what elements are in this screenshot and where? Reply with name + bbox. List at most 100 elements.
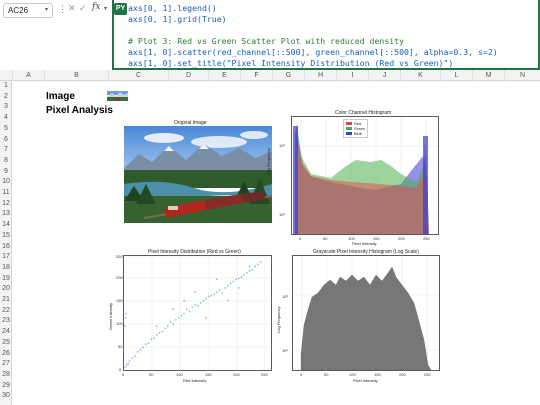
column-header-l[interactable]: L xyxy=(440,70,472,81)
gray-ytick: 10³ xyxy=(282,294,288,299)
cell-b2-image-label[interactable]: Image xyxy=(46,91,75,102)
scatter-point xyxy=(158,331,161,334)
row-header-7[interactable]: 7 xyxy=(0,146,12,153)
scatter-xtick: 200 xyxy=(233,372,240,377)
confirm-icon[interactable]: ✓ xyxy=(79,3,87,14)
scatter-plot xyxy=(123,255,272,371)
scatter-point xyxy=(136,351,139,353)
row-header-6[interactable]: 6 xyxy=(0,136,12,143)
row-header-27[interactable]: 27 xyxy=(0,360,12,367)
row-header-23[interactable]: 23 xyxy=(0,317,12,324)
row-header-9[interactable]: 9 xyxy=(0,168,12,175)
row-header-21[interactable]: 21 xyxy=(0,296,12,303)
scatter-point xyxy=(248,269,251,272)
scatter-point xyxy=(235,278,237,281)
row-header-8[interactable]: 8 xyxy=(0,157,12,164)
column-header-m[interactable]: M xyxy=(472,70,504,81)
column-header-a[interactable]: A xyxy=(12,70,44,81)
name-box-chevron-down-icon[interactable]: ▾ xyxy=(45,6,48,13)
scatter-point xyxy=(243,274,246,276)
column-header-e[interactable]: E xyxy=(208,70,240,81)
scatter-point xyxy=(218,289,221,291)
column-header-c[interactable]: C xyxy=(108,70,168,81)
scatter-point xyxy=(237,287,240,289)
scatter-point xyxy=(237,277,240,280)
row-header-10[interactable]: 10 xyxy=(0,178,12,185)
row-header-19[interactable]: 19 xyxy=(0,275,12,282)
row-header-18[interactable]: 18 xyxy=(0,264,12,271)
gray-ylabel: Log Frequency xyxy=(276,306,281,333)
column-header-h[interactable]: H xyxy=(304,70,336,81)
column-header-i[interactable]: I xyxy=(336,70,368,81)
scatter-point xyxy=(196,304,199,307)
scatter-point xyxy=(139,348,142,351)
scatter-point xyxy=(240,276,243,279)
scatter-ytick: 200 xyxy=(116,275,123,280)
scatter-point xyxy=(127,363,130,365)
gray-xtick: 0 xyxy=(300,372,303,377)
scatter-point xyxy=(246,272,248,274)
hist-ylabel: Log Frequency xyxy=(266,148,271,175)
row-header-16[interactable]: 16 xyxy=(0,243,12,250)
scatter-xtick: 250 xyxy=(261,372,268,377)
column-header-k[interactable]: K xyxy=(400,70,440,81)
column-header-d[interactable]: D xyxy=(168,70,208,81)
scatter-point xyxy=(229,282,232,285)
column-header-j[interactable]: J xyxy=(368,70,400,81)
scatter-point xyxy=(124,316,127,319)
gray-xtick: 100 xyxy=(349,372,356,377)
scatter-ytick: 150 xyxy=(116,298,123,303)
row-header-11[interactable]: 11 xyxy=(0,189,12,196)
scatter-xlabel: Red Intensity xyxy=(183,378,207,383)
python-code-editor[interactable]: axs[0, 1].legend() axs[0, 1].grid(True) … xyxy=(112,0,540,70)
row-header-30[interactable]: 30 xyxy=(0,392,12,399)
scatter-point xyxy=(153,337,155,340)
scatter-xtick: 50 xyxy=(149,372,154,377)
row-header-14[interactable]: 14 xyxy=(0,221,12,228)
scatter-ytick: 100 xyxy=(116,321,123,326)
hist-xtick: 250 xyxy=(423,236,430,241)
row-header-3[interactable]: 3 xyxy=(0,103,12,110)
scatter-point xyxy=(232,280,235,283)
row-header-5[interactable]: 5 xyxy=(0,125,12,132)
row-header-28[interactable]: 28 xyxy=(0,371,12,378)
row-header-24[interactable]: 24 xyxy=(0,328,12,335)
row-header: 1 2 3 4 5 6 7 8 9 10 11 12 13 14 15 16 17 18 19 20 21 22 23 24 2… xyxy=(0,81,12,405)
thumbnail-image[interactable] xyxy=(107,91,128,101)
row-header-26[interactable]: 26 xyxy=(0,350,12,357)
row-header-17[interactable]: 17 xyxy=(0,253,12,260)
row-header-15[interactable]: 15 xyxy=(0,232,12,239)
scatter-xtick: 0 xyxy=(122,372,125,377)
scatter-point xyxy=(124,325,126,328)
select-all-corner[interactable] xyxy=(0,70,12,81)
more-options-icon[interactable]: ⋮ xyxy=(58,4,67,15)
legend-blue-label: Blue xyxy=(354,131,363,136)
scatter-point xyxy=(256,263,259,266)
cancel-icon[interactable]: ✕ xyxy=(68,3,76,14)
code-comment: # Plot 3: Red vs Green Scatter Plot with… xyxy=(128,36,405,46)
row-header-20[interactable]: 20 xyxy=(0,285,12,292)
row-header-1[interactable]: 1 xyxy=(0,82,12,89)
row-header-2[interactable]: 2 xyxy=(0,93,12,100)
function-chevron-down-icon[interactable]: ▾ xyxy=(104,5,107,12)
scatter-point xyxy=(169,321,172,323)
row-header-4[interactable]: 4 xyxy=(0,114,12,121)
scatter-point xyxy=(194,291,196,294)
scatter-point xyxy=(147,342,150,345)
scatter-point xyxy=(183,312,185,315)
row-header-13[interactable]: 13 xyxy=(0,210,12,217)
legend-red-swatch xyxy=(346,122,352,125)
column-header-n[interactable]: N xyxy=(504,70,540,81)
column-header-g[interactable]: G xyxy=(272,70,304,81)
insert-function-icon[interactable]: fx xyxy=(92,2,100,12)
scatter-point xyxy=(166,325,169,328)
row-header-29[interactable]: 29 xyxy=(0,382,12,389)
row-header-12[interactable]: 12 xyxy=(0,200,12,207)
scatter-point xyxy=(177,316,180,319)
worksheet-grid[interactable] xyxy=(12,81,540,405)
row-header-25[interactable]: 25 xyxy=(0,339,12,346)
column-header-f[interactable]: F xyxy=(240,70,272,81)
cell-b3-pixel-analysis[interactable]: Pixel Analysis xyxy=(46,105,113,116)
row-header-22[interactable]: 22 xyxy=(0,307,12,314)
column-header-b[interactable]: B xyxy=(44,70,108,81)
